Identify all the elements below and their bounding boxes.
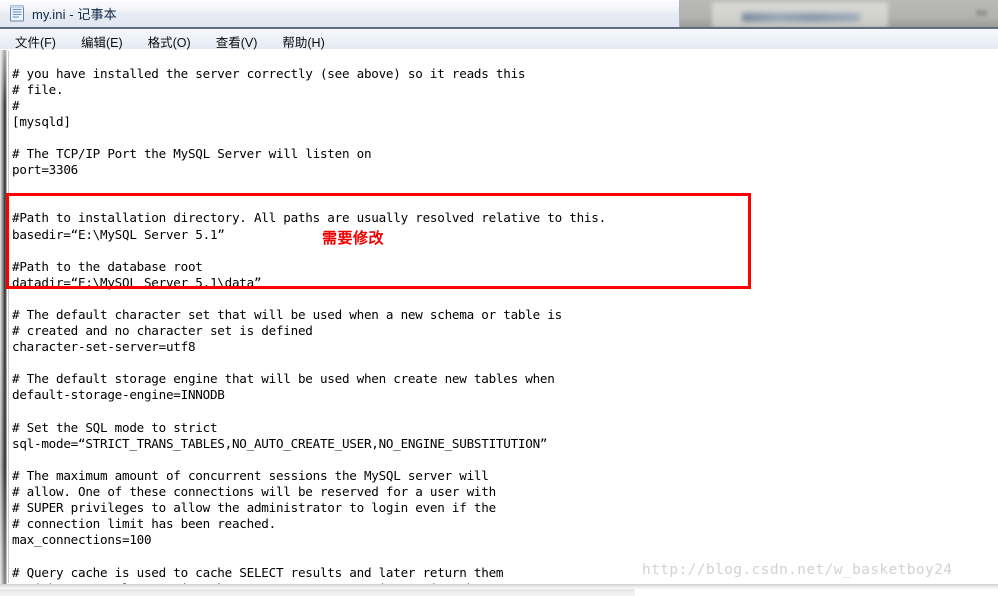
title-bar[interactable]: my.ini - 记事本: [0, 0, 680, 27]
notepad-window: my.ini - 记事本 文件(F) 编辑(E) 格式(O) 查看(V) 帮助(…: [0, 0, 998, 596]
watermark: http://blog.csdn.net/w_basketboy24: [642, 562, 953, 578]
menu-help[interactable]: 帮助(H): [280, 31, 326, 52]
file-text-content[interactable]: # you have installed the server correctl…: [12, 66, 962, 596]
menu-item-list: 文件(F) 编辑(E) 格式(O) 查看(V) 帮助(H): [13, 31, 327, 52]
menu-edit[interactable]: 编辑(E): [79, 31, 125, 52]
menu-file[interactable]: 文件(F): [13, 31, 58, 52]
notepad-icon: [9, 5, 25, 22]
window-bottom-edge-2: [0, 589, 635, 596]
left-scroll-shadow-overlay: [0, 50, 7, 584]
menu-view[interactable]: 查看(V): [214, 31, 260, 52]
red-annotation-text: 需要修改: [322, 229, 385, 247]
menu-bar: 文件(F) 编辑(E) 格式(O) 查看(V) 帮助(H): [0, 29, 998, 50]
window-title: my.ini - 记事本: [32, 7, 117, 22]
menu-format[interactable]: 格式(O): [146, 31, 193, 52]
screenshot-root: my.ini - 记事本 文件(F) 编辑(E) 格式(O) 查看(V) 帮助(…: [0, 0, 998, 596]
